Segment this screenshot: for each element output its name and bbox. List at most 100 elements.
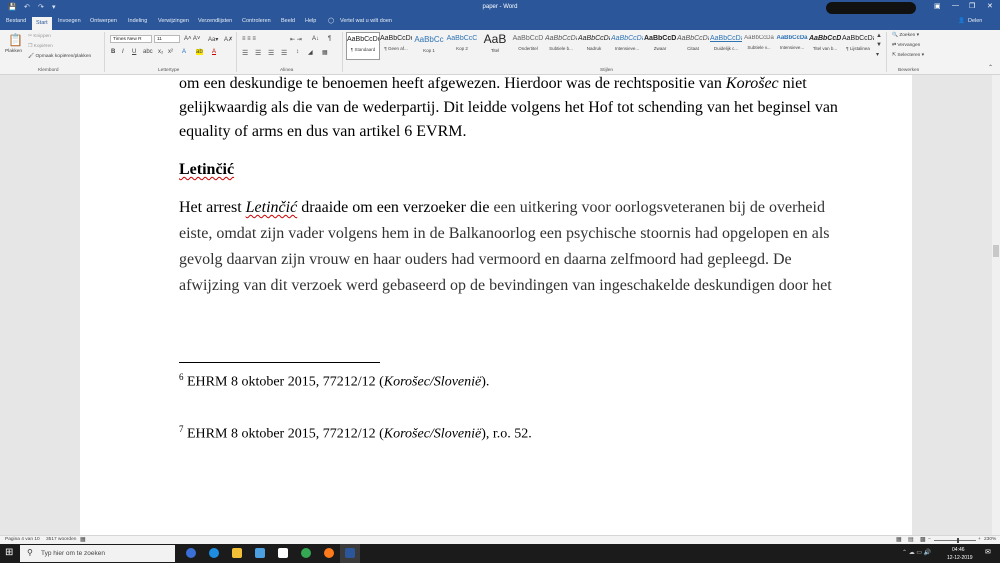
share-icon[interactable]: 👤: [958, 18, 965, 24]
tab-invoegen[interactable]: Invoegen: [58, 18, 81, 24]
format-painter-button[interactable]: 🖌 Opmaak kopiëren/plakken: [28, 54, 91, 59]
firefox-icon[interactable]: [324, 548, 334, 558]
proofing-icon[interactable]: ▦: [80, 536, 86, 543]
search-icon: ⚲: [27, 548, 33, 557]
font-size-combobox[interactable]: 11: [154, 35, 180, 43]
word-icon[interactable]: [345, 548, 355, 558]
clock-time[interactable]: 04:46: [952, 547, 965, 553]
edge-icon[interactable]: [209, 548, 219, 558]
tab-controleren[interactable]: Controleren: [242, 18, 271, 24]
pilcrow-icon[interactable]: ¶: [328, 36, 331, 42]
sort-icon[interactable]: A↓: [312, 36, 319, 42]
zoom-level[interactable]: 230%: [984, 537, 996, 542]
style-kop-2[interactable]: AaBbCcC Kop 2: [446, 32, 478, 58]
taskbar-search[interactable]: ⚲ Typ hier om te zoeken: [20, 545, 175, 562]
styles-more-icon[interactable]: ▾: [876, 51, 879, 58]
font-name-combobox[interactable]: Times New R: [110, 35, 152, 43]
line-spacing-icon[interactable]: ↕: [296, 49, 299, 55]
replace-button[interactable]: ⇄ Vervangen: [892, 43, 920, 48]
account-redacted: [826, 2, 916, 14]
style-kop-1[interactable]: AaBbCc Kop 1: [413, 32, 445, 58]
paste-button[interactable]: Plakken: [5, 49, 22, 54]
style-titel-van-boek[interactable]: AaBbCcD Titel van b...: [809, 32, 841, 58]
print-layout-icon[interactable]: ▤: [908, 536, 914, 543]
close-icon[interactable]: ✕: [987, 2, 993, 10]
strikethrough-button[interactable]: abc: [143, 49, 153, 55]
style-geen-afstand[interactable]: AaBbCcDd ¶ Geen af...: [380, 32, 412, 58]
chrome-icon[interactable]: [301, 548, 311, 558]
clock-date[interactable]: 12-12-2019: [947, 555, 973, 561]
scrollbar-thumb[interactable]: [993, 245, 999, 257]
style-nadruk[interactable]: AaBbCcDa Nadruk: [578, 32, 610, 58]
grow-font-button[interactable]: A˄ A˅: [184, 36, 200, 42]
style-standaard[interactable]: AaBbCcDd ¶ Standaard: [346, 32, 380, 60]
tell-me-box[interactable]: Vertel wat u wilt doen: [340, 18, 392, 24]
indent-icon[interactable]: ⇤ ⇥: [290, 36, 302, 43]
vertical-scrollbar[interactable]: [992, 75, 1000, 535]
paste-icon[interactable]: 📋: [8, 33, 23, 47]
zoom-in-icon[interactable]: +: [978, 537, 981, 542]
align-center-icon[interactable]: ☰: [255, 49, 261, 57]
style-ondertitel[interactable]: AaBbCcD Ondertitel: [512, 32, 544, 58]
font-color-icon[interactable]: A: [212, 49, 216, 55]
copy-button[interactable]: ❐ Kopiëren: [28, 44, 53, 49]
tab-bestand[interactable]: Bestand: [6, 18, 26, 24]
tab-indeling[interactable]: Indeling: [128, 18, 147, 24]
style-lijstalinea[interactable]: AaBbCcDa ¶ Lijstalinea: [842, 32, 874, 58]
change-case-button[interactable]: Aa▾: [208, 36, 218, 43]
cut-button[interactable]: ✂ Knippen: [28, 34, 51, 39]
word-count[interactable]: 3517 woorden: [46, 537, 76, 542]
bullets-icon[interactable]: ≡ ≡ ≡: [242, 36, 256, 42]
zoom-out-icon[interactable]: −: [928, 537, 931, 542]
clear-format-icon[interactable]: A✗: [224, 36, 233, 43]
store-icon[interactable]: [255, 548, 265, 558]
tab-help[interactable]: Help: [305, 18, 316, 24]
subscript-button[interactable]: x₂: [158, 49, 163, 55]
page-count[interactable]: Pagina 4 van 10: [5, 537, 40, 542]
task-view-icon[interactable]: [186, 548, 196, 558]
highlight-icon[interactable]: ab: [196, 49, 203, 55]
styles-scroll-up-icon[interactable]: ▲: [876, 33, 882, 39]
italic-button[interactable]: I: [122, 49, 124, 55]
tray-icons[interactable]: ⌃ ☁ ▭ 🔊: [902, 549, 931, 556]
share-button[interactable]: Delen: [968, 18, 982, 24]
style-zwaar[interactable]: AaBbCcDc Zwaar: [644, 32, 676, 58]
style-citaat[interactable]: AaBbCcDa Citaat: [677, 32, 709, 58]
windows-start-icon[interactable]: ⊞: [5, 547, 13, 558]
justify-icon[interactable]: ☰: [281, 49, 287, 57]
document-page[interactable]: om een deskundige te benoemen heeft afge…: [80, 75, 912, 535]
maximize-icon[interactable]: ❐: [969, 2, 975, 10]
tab-beeld[interactable]: Beeld: [281, 18, 295, 24]
align-left-icon[interactable]: ☰: [242, 49, 248, 57]
zoom-slider[interactable]: [934, 540, 976, 541]
tab-start[interactable]: Start: [32, 17, 52, 30]
ribbon-display-icon[interactable]: ▣: [934, 2, 941, 10]
align-right-icon[interactable]: ☰: [268, 49, 274, 57]
style-subtiele-verwijzing[interactable]: AaBbCcDa Subtiele v...: [743, 32, 775, 58]
style-intensieve-nadruk[interactable]: AaBbCcDa Intensieve...: [611, 32, 643, 58]
tab-ontwerpen[interactable]: Ontwerpen: [90, 18, 117, 24]
bold-button[interactable]: B: [111, 49, 115, 55]
tab-verwijzingen[interactable]: Verwijzingen: [158, 18, 189, 24]
styles-scroll-down-icon[interactable]: ▼: [876, 42, 882, 48]
web-layout-icon[interactable]: ▩: [920, 536, 926, 543]
find-button[interactable]: 🔍 Zoeken ▾: [892, 33, 919, 38]
mail-icon[interactable]: [278, 548, 288, 558]
read-mode-icon[interactable]: ▦: [896, 536, 902, 543]
text-effects-icon[interactable]: A: [182, 49, 186, 55]
select-button[interactable]: ⇱ Selecteren ▾: [892, 53, 924, 58]
style-subtiele-benadrukking[interactable]: AaBbCcDa Subtiele b...: [545, 32, 577, 58]
style-titel[interactable]: AaB Titel: [479, 32, 511, 58]
shading-icon[interactable]: ◢: [308, 49, 313, 56]
tab-verzendlijsten[interactable]: Verzendlijsten: [198, 18, 232, 24]
minimize-icon[interactable]: —: [952, 2, 959, 9]
notifications-icon[interactable]: ✉: [985, 548, 991, 556]
collapse-ribbon-icon[interactable]: ⌃: [988, 64, 993, 71]
style-duidelijk-citaat[interactable]: AaBbCcDa Duidelijk c...: [710, 32, 742, 58]
underline-button[interactable]: U: [132, 49, 136, 55]
superscript-button[interactable]: x²: [168, 49, 173, 55]
style-intensieve-verwijzing[interactable]: AaBbCcDa Intensieve...: [776, 32, 808, 58]
file-explorer-icon[interactable]: [232, 548, 242, 558]
zoom-slider-thumb[interactable]: [957, 538, 959, 543]
borders-icon[interactable]: ▦: [322, 49, 328, 56]
